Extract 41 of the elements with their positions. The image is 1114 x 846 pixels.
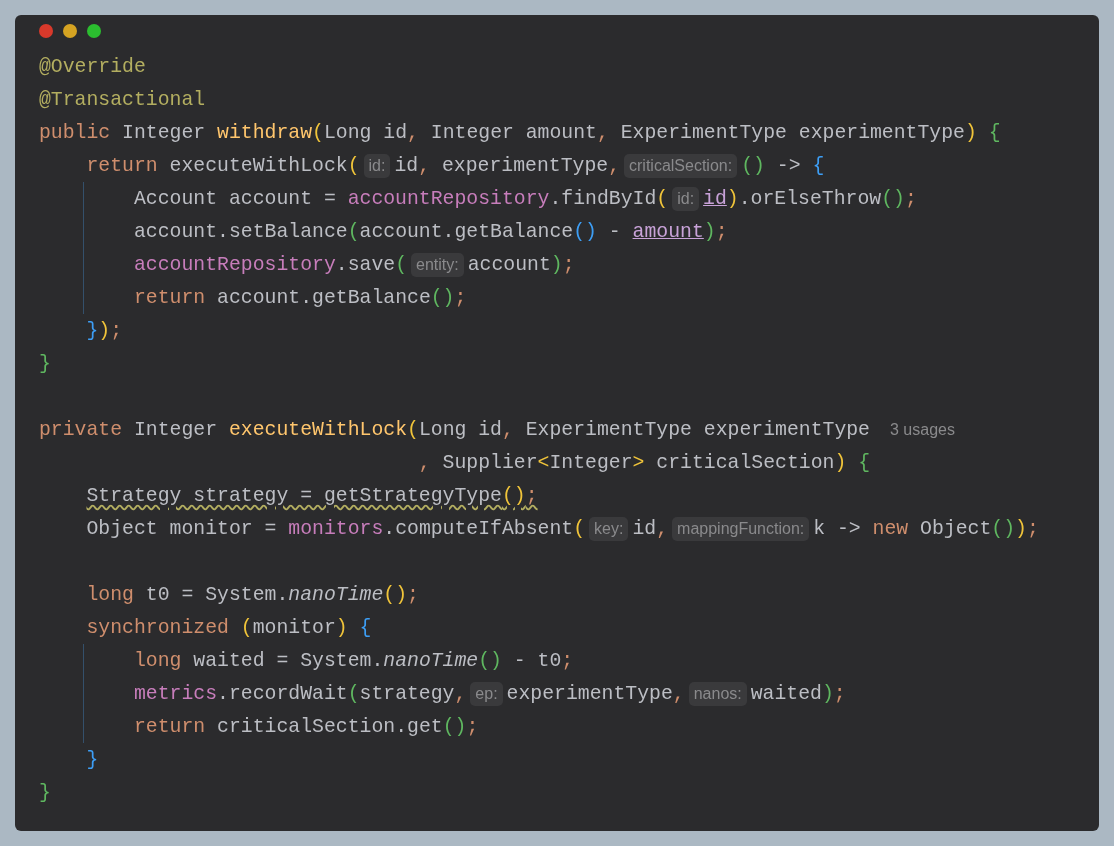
code-text: private Integer executeWithLock(Long id, ExperimentType experimentType	[39, 417, 870, 442]
parameter-hint: id:	[363, 153, 391, 178]
code-text: return criticalSection.get();	[132, 714, 479, 739]
code-text: account.setBalance(account.getBalance() - amount);	[132, 219, 728, 244]
code-text: });	[85, 318, 123, 343]
parameter-hint: key:	[589, 516, 629, 541]
usages-link[interactable]: 3 usages	[890, 418, 955, 441]
code-text: @Override	[39, 54, 146, 79]
code-text: id).orElseThrow();	[703, 186, 917, 211]
code-text: }	[39, 351, 51, 376]
code-text: Account account = accountRepository.findById(	[132, 186, 669, 211]
code-text: k -> new Object());	[813, 516, 1039, 541]
code-text: account);	[467, 252, 575, 277]
code-text: id,	[632, 516, 669, 541]
code-text: waited);	[750, 681, 846, 706]
parameter-hint: entity:	[411, 252, 464, 277]
code-text: synchronized (monitor) {	[85, 615, 372, 640]
code-text: @Transactional	[39, 87, 206, 112]
parameter-hint: id:	[672, 186, 700, 211]
code-text: }	[85, 747, 99, 772]
code-text: () -> {	[741, 153, 825, 178]
code-text: accountRepository.save(	[132, 252, 407, 277]
code-text: return account.getBalance();	[132, 285, 467, 310]
code-text: Strategy strategy = getStrategyType();	[85, 483, 538, 508]
code-text: return executeWithLock(	[85, 153, 360, 178]
parameter-hint: mappingFunction:	[672, 516, 810, 541]
minimize-button[interactable]	[63, 24, 77, 38]
code-text: long t0 = System.nanoTime();	[85, 582, 419, 607]
parameter-hint: criticalSection:	[624, 153, 738, 178]
parameter-hint: ep:	[470, 681, 503, 706]
code-text: id, experimentType,	[394, 153, 620, 178]
zoom-button[interactable]	[87, 24, 101, 38]
code-text: metrics.recordWait(strategy,	[132, 681, 467, 706]
parameter-hint: nanos:	[688, 681, 747, 706]
code-text: }	[39, 780, 51, 805]
code-text: long waited = System.nanoTime() - t0;	[132, 648, 574, 673]
close-button[interactable]	[39, 24, 53, 38]
code-text: , Supplier<Integer> criticalSection) {	[417, 450, 870, 475]
code-text: public Integer withdraw(Long id, Integer amount, ExperimentType experimentType) {	[39, 120, 1001, 145]
code-text: experimentType,	[506, 681, 685, 706]
code-text: Object monitor = monitors.computeIfAbsent(	[85, 516, 586, 541]
